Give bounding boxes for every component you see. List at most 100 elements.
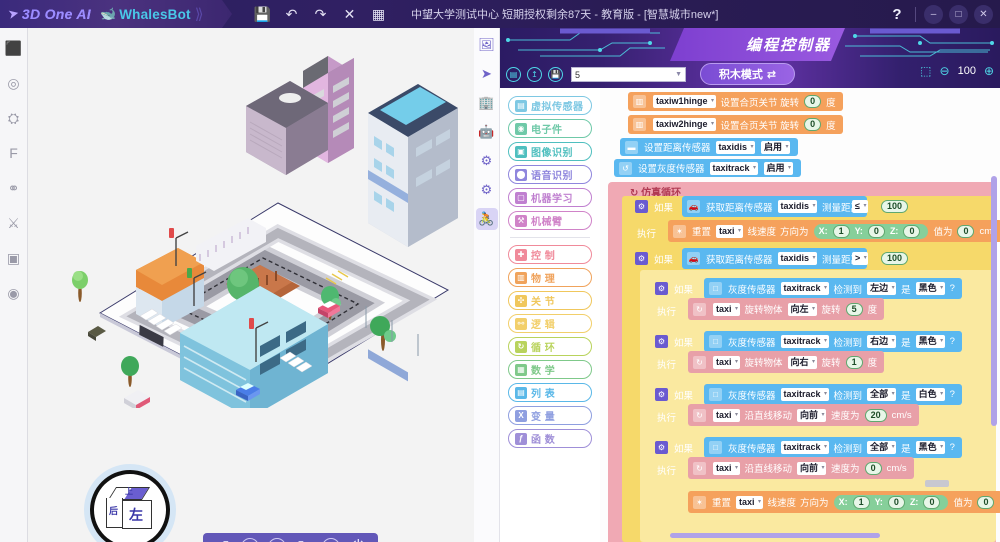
cond6-target-dropdown[interactable]: taxitrack bbox=[781, 441, 829, 454]
block-if-3[interactable]: ⚙ 如果 bbox=[650, 280, 700, 297]
palette-function[interactable]: ƒ 函 数 bbox=[508, 429, 592, 448]
block-if-6[interactable]: ⚙ 如果 bbox=[650, 439, 700, 456]
hinge2-value-field[interactable]: 0 bbox=[804, 118, 821, 131]
palette-variable[interactable]: X 变 量 bbox=[508, 406, 592, 425]
midrail-item-robot[interactable]: 🤖 bbox=[476, 121, 498, 143]
zoom-in-icon[interactable]: ⊕ bbox=[984, 64, 994, 78]
cond6-color-dropdown[interactable]: 黑色 bbox=[916, 441, 945, 454]
palette-physics[interactable]: ▥ 物 理 bbox=[508, 268, 592, 287]
midrail-item-vehicle[interactable]: 🚴 bbox=[476, 208, 498, 230]
maximize-button[interactable]: □ bbox=[949, 5, 968, 24]
block-set-gray-sensor[interactable]: ↺ 设置灰度传感器 taxitrack 启用 bbox=[614, 159, 801, 177]
sidebar-item-settings[interactable]: ◉ bbox=[4, 283, 24, 303]
hinge1-target-dropdown[interactable]: taxiw1hinge bbox=[653, 95, 716, 108]
hinge1-value-field[interactable]: 0 bbox=[804, 95, 821, 108]
palette-list[interactable]: ▤ 列 表 bbox=[508, 383, 592, 402]
playback-loop-button[interactable]: ↻ bbox=[295, 538, 313, 542]
playback-step-button[interactable]: ▷ bbox=[268, 538, 286, 542]
cond1-operator-dropdown[interactable]: ≤ bbox=[852, 200, 868, 213]
midrail-item-buildings[interactable]: 🏢 bbox=[476, 92, 498, 114]
sidebar-item-link[interactable]: ⚭ bbox=[4, 178, 24, 198]
act3-target-dropdown[interactable]: taxi bbox=[713, 303, 740, 316]
cond1-target-dropdown[interactable]: taxidis bbox=[778, 200, 818, 213]
palette-virtual-sensor[interactable]: ▤ 虚拟传感器 bbox=[508, 96, 592, 115]
dist-target-dropdown[interactable]: taxidis bbox=[716, 141, 756, 154]
gray-state-dropdown[interactable]: 启用 bbox=[764, 162, 793, 175]
view-cube[interactable]: 上 后 左 bbox=[90, 470, 170, 542]
cond4-side-dropdown[interactable]: 右边 bbox=[867, 335, 896, 348]
act7-y-field[interactable]: 0 bbox=[888, 496, 905, 509]
palette-electronics[interactable]: ◉ 电子件 bbox=[508, 119, 592, 138]
grid-icon[interactable]: ▦ bbox=[370, 6, 387, 23]
palette-loop[interactable]: ↻ 循 环 bbox=[508, 337, 592, 356]
dist-state-dropdown[interactable]: 启用 bbox=[761, 141, 790, 154]
act4-target-dropdown[interactable]: taxi bbox=[713, 356, 740, 369]
close-button[interactable]: ✕ bbox=[974, 5, 993, 24]
block-condition-all-black[interactable]: □ 灰度传感器 taxitrack 检测到 全部 是 黑色 ? bbox=[704, 437, 962, 458]
act6-value-field[interactable]: 0 bbox=[865, 462, 882, 475]
block-if-5[interactable]: ⚙ 如果 bbox=[650, 386, 700, 403]
playback-power-button[interactable]: ⏻ bbox=[349, 538, 367, 542]
help-button[interactable]: ? bbox=[884, 6, 910, 23]
sidebar-item-drawing[interactable]: F bbox=[4, 143, 24, 163]
block-condition-all-white[interactable]: □ 灰度传感器 taxitrack 检测到 全部 是 白色 ? bbox=[704, 384, 962, 405]
sidebar-item-sketch[interactable]: ◎ bbox=[4, 73, 24, 93]
midrail-item-image[interactable]: 🖼 bbox=[476, 34, 498, 56]
save-program-icon[interactable]: 💾 bbox=[548, 67, 563, 82]
act6-target-dropdown[interactable]: taxi bbox=[713, 462, 740, 475]
block-condition-gray-left[interactable]: □ 灰度传感器 taxitrack 检测到 左边 是 黑色 ? bbox=[704, 278, 962, 299]
block-condition-gray-right[interactable]: □ 灰度传感器 taxitrack 检测到 右边 是 黑色 ? bbox=[704, 331, 962, 352]
midrail-item-blocks[interactable]: ⚙ bbox=[476, 150, 498, 172]
gear-icon[interactable]: ⚙ bbox=[655, 441, 668, 454]
palette-voice-recognition[interactable]: ⬤ 语音识别 bbox=[508, 165, 592, 184]
mode-toggle-button[interactable]: 积木模式 ⇄ bbox=[700, 63, 795, 85]
save-icon[interactable]: 💾 bbox=[254, 6, 271, 23]
palette-control[interactable]: ✚ 控 制 bbox=[508, 245, 592, 264]
act7-val-field[interactable]: 0 bbox=[977, 496, 994, 509]
act1-y-field[interactable]: 0 bbox=[868, 225, 885, 238]
minimize-button[interactable]: – bbox=[924, 5, 943, 24]
block-if-2[interactable]: ⚙ 如果 bbox=[630, 250, 680, 267]
playback-reset-button[interactable]: ↺ bbox=[214, 538, 232, 542]
new-program-icon[interactable]: ▤ bbox=[506, 67, 521, 82]
act4-dir-dropdown[interactable]: 向右 bbox=[788, 356, 817, 369]
undo-icon[interactable]: ↶ bbox=[283, 6, 300, 23]
cond3-side-dropdown[interactable]: 左边 bbox=[867, 282, 896, 295]
block-reset-velocity-2[interactable]: ✶ 重置 taxi 线速度 方向为 X: 1 Y: 0 Z: 0 值为 0 bbox=[688, 491, 1000, 513]
canvas-horizontal-scrollbar[interactable] bbox=[670, 533, 880, 538]
act3-dir-dropdown[interactable]: 向左 bbox=[788, 303, 817, 316]
palette-machine-learning[interactable]: ▢ 机器学习 bbox=[508, 188, 592, 207]
cond6-side-dropdown[interactable]: 全部 bbox=[867, 441, 896, 454]
palette-robot-arm[interactable]: ⚒ 机械臂 bbox=[508, 211, 592, 230]
fit-to-screen-icon[interactable]: ⬚ bbox=[920, 64, 931, 78]
gear-icon[interactable]: ⚙ bbox=[635, 252, 648, 265]
act7-target-dropdown[interactable]: taxi bbox=[736, 496, 763, 509]
redo-icon[interactable]: ↷ bbox=[312, 6, 329, 23]
cond4-color-dropdown[interactable]: 黑色 bbox=[916, 335, 945, 348]
gear-icon[interactable]: ⚙ bbox=[655, 282, 668, 295]
act1-val-field[interactable]: 0 bbox=[957, 225, 974, 238]
gear-icon[interactable]: ⚙ bbox=[635, 200, 648, 213]
palette-math[interactable]: ▦ 数 学 bbox=[508, 360, 592, 379]
block-set-hinge-1[interactable]: ▥ taxiw1hinge 设置合页关节 旋转 0 度 bbox=[628, 92, 843, 111]
sidebar-item-animation[interactable]: ⚔ bbox=[4, 213, 24, 233]
act1-target-dropdown[interactable]: taxi bbox=[716, 225, 743, 238]
cond5-target-dropdown[interactable]: taxitrack bbox=[781, 388, 829, 401]
act5-dir-dropdown[interactable]: 向前 bbox=[797, 409, 826, 422]
cond4-target-dropdown[interactable]: taxitrack bbox=[781, 335, 829, 348]
playback-play-button[interactable]: ▶ bbox=[241, 538, 259, 542]
gear-icon[interactable]: ⚙ bbox=[655, 335, 668, 348]
gear-icon[interactable]: ⚙ bbox=[655, 388, 668, 401]
canvas-vertical-scrollbar[interactable] bbox=[991, 176, 997, 426]
cond5-color-dropdown[interactable]: 白色 bbox=[916, 388, 945, 401]
block-set-distance-sensor[interactable]: ▬ 设置距离传感器 taxidis 启用 bbox=[620, 138, 798, 156]
cond3-color-dropdown[interactable]: 黑色 bbox=[916, 282, 945, 295]
midrail-item-plane[interactable]: ➤ bbox=[476, 63, 498, 85]
block-if-4[interactable]: ⚙ 如果 bbox=[650, 333, 700, 350]
act1-z-field[interactable]: 0 bbox=[903, 225, 920, 238]
act7-z-field[interactable]: 0 bbox=[923, 496, 940, 509]
sidebar-item-solid-modeling[interactable]: ⬛ bbox=[4, 38, 24, 58]
gray-target-dropdown[interactable]: taxitrack bbox=[710, 162, 758, 175]
palette-image-recognition[interactable]: ▣ 图像识别 bbox=[508, 142, 592, 161]
act4-value-field[interactable]: 1 bbox=[846, 356, 863, 369]
